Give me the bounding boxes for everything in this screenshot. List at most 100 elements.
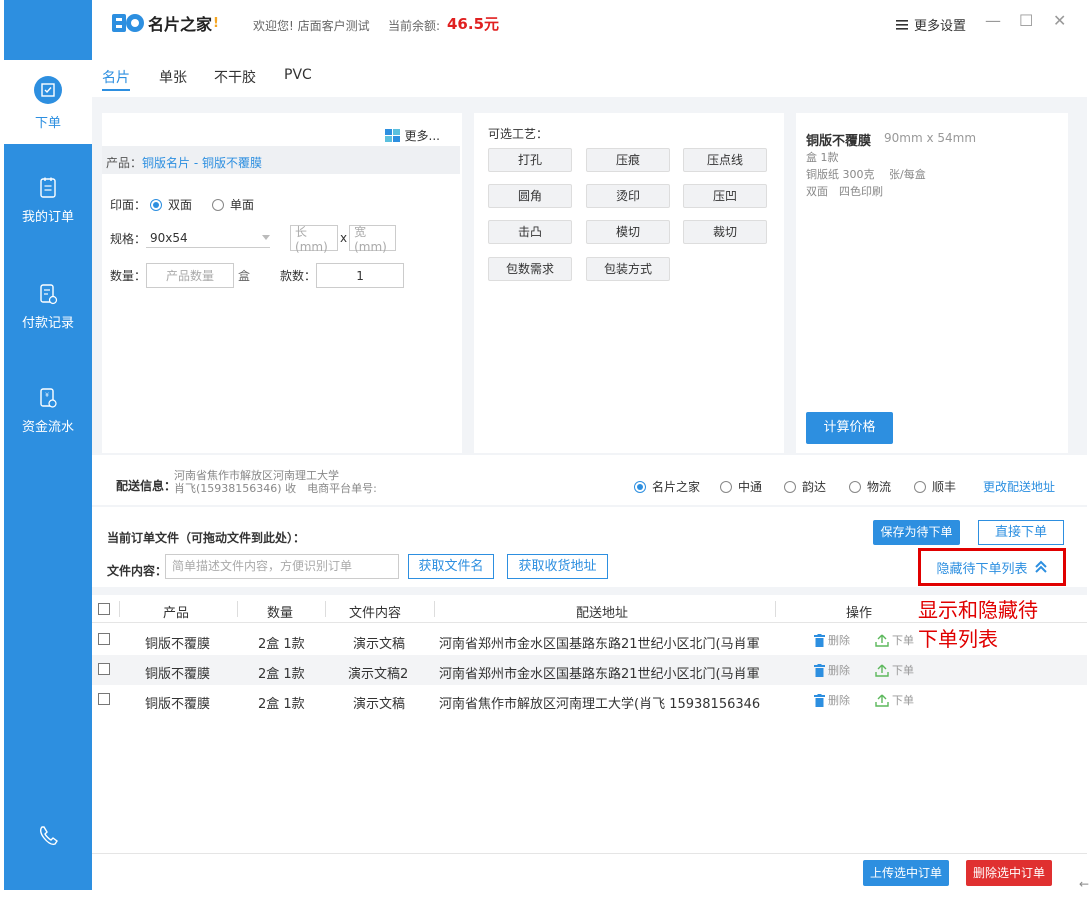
quantity-input[interactable]: 产品数量	[146, 263, 235, 288]
craft-trim-button[interactable]: 裁切	[683, 220, 767, 244]
sidebar-item-place-order[interactable]: 下单	[4, 60, 92, 144]
print-double-radio[interactable]	[150, 198, 163, 211]
craft-deboss-button[interactable]: 压凹	[683, 184, 767, 208]
product-line: 产品：铜版名片 - 铜版不覆膜	[102, 146, 460, 174]
craft-perforation-button[interactable]: 压点线	[683, 148, 767, 172]
toggle-pending-list-button[interactable]: 隐藏待下单列表	[918, 548, 1066, 586]
annotation-note: 显示和隐藏待 下单列表	[918, 596, 1078, 654]
summary-print: 双面 四色印刷	[806, 185, 883, 198]
craft-punch-button[interactable]: 打孔	[488, 148, 572, 172]
select-all-checkbox[interactable]	[98, 603, 110, 615]
tab-pvc[interactable]: PVC	[284, 67, 312, 83]
print-single-radio[interactable]	[212, 198, 225, 211]
get-filename-button[interactable]: 获取文件名	[408, 554, 494, 579]
row-order-button[interactable]: 下单	[875, 632, 914, 648]
craft-crease-button[interactable]: 压痕	[586, 148, 670, 172]
menu-icon	[896, 19, 908, 30]
width-input[interactable]: 宽(mm)	[349, 225, 397, 254]
maximize-icon[interactable]: ☐	[1019, 11, 1033, 30]
carrier-logistics[interactable]: 物流	[845, 478, 891, 495]
get-address-button[interactable]: 获取收货地址	[507, 554, 608, 579]
craft-pack-count-button[interactable]: 包数需求	[488, 257, 572, 281]
row-delete-button[interactable]: 删除	[814, 662, 850, 678]
row-checkbox[interactable]	[98, 663, 110, 675]
top-bar: 名片之家 ! 欢迎您! 店面客户测试 当前余额: 46.5元 更多设置 — ☐ …	[92, 0, 1091, 45]
kinds-input[interactable]: 1	[316, 263, 405, 288]
carrier-radio[interactable]	[784, 480, 796, 493]
column-header-product: 产品	[163, 606, 190, 621]
phone-icon[interactable]	[37, 824, 61, 848]
close-icon[interactable]: ✕	[1053, 11, 1066, 30]
row-checkbox[interactable]	[98, 693, 110, 705]
carrier-radio[interactable]	[720, 480, 732, 493]
chevron-down-icon	[262, 235, 271, 240]
row-order-button[interactable]: 下单	[875, 692, 914, 708]
save-pending-button[interactable]: 保存为待下单	[873, 520, 960, 545]
change-address-link[interactable]: 更改配送地址	[983, 478, 1055, 495]
more-products-label: 更多...	[404, 129, 440, 143]
sidebar-item-payment-records[interactable]: 付款记录	[4, 282, 92, 331]
delivery-label: 配送信息：	[116, 479, 177, 493]
more-products-button[interactable]: 更多...	[384, 127, 440, 144]
fund-flow-icon: ¥	[40, 388, 57, 408]
craft-round-corner-button[interactable]: 圆角	[488, 184, 572, 208]
row-delete-button[interactable]: 删除	[814, 692, 850, 708]
direct-order-button[interactable]: 直接下单	[978, 520, 1064, 545]
file-content-input[interactable]: 简单描述文件内容，方便识别订单	[165, 554, 399, 579]
row-content: 演示文稿	[353, 637, 406, 652]
summary-quantity: 盒 1款	[806, 151, 839, 164]
row-checkbox[interactable]	[98, 633, 110, 645]
scroll-left-icon[interactable]: ←	[1079, 877, 1089, 891]
balance-label: 当前余额:	[388, 19, 441, 33]
calculate-price-button[interactable]: 计算价格	[806, 412, 893, 444]
length-input[interactable]: 长(mm)	[290, 224, 339, 254]
carrier-label: 名片之家	[652, 480, 701, 494]
grid-icon	[384, 128, 400, 142]
file-content-placeholder: 简单描述文件内容，方便识别订单	[172, 559, 353, 573]
craft-panel: 可选工艺： 打孔 压痕 压点线 圆角 烫印 压凹 击凸 模切 裁切 包数需求 包…	[474, 113, 784, 453]
logo: 名片之家 !	[112, 11, 219, 35]
column-divider	[434, 601, 435, 617]
craft-die-cut-button[interactable]: 模切	[586, 220, 670, 244]
carrier-radio[interactable]	[914, 480, 926, 493]
row-delete-label: 删除	[828, 634, 850, 647]
column-divider	[119, 601, 120, 617]
carrier-zhongtong[interactable]: 中通	[716, 478, 762, 495]
delete-selected-button[interactable]: 删除选中订单	[966, 860, 1052, 886]
quantity-unit: 盒	[238, 269, 251, 283]
minimize-icon[interactable]: —	[985, 11, 1001, 30]
table-row: 铜版不覆膜 2盒 1款 演示文稿2 河南省郑州市金水区国基路东路21世纪小区北门…	[92, 655, 1087, 685]
order-list-icon	[40, 177, 56, 198]
carrier-radio[interactable]	[849, 480, 861, 493]
sidebar-item-my-orders[interactable]: 我的订单	[4, 176, 92, 225]
column-header-quantity: 数量	[267, 606, 294, 621]
craft-packaging-button[interactable]: 包装方式	[586, 257, 670, 281]
quantity-row: 数量： 产品数量 盒 款数： 1	[110, 263, 405, 288]
sidebar-item-label: 我的订单	[21, 210, 74, 225]
tab-sticker[interactable]: 不干胶	[214, 67, 256, 87]
tab-business-card[interactable]: 名片	[102, 67, 130, 87]
more-settings-button[interactable]: 更多设置	[896, 15, 966, 34]
row-order-button[interactable]: 下单	[875, 662, 914, 678]
product-value[interactable]: 铜版名片 - 铜版不覆膜	[142, 156, 262, 170]
footer-actions: 上传选中订单 删除选中订单	[92, 853, 1087, 890]
carrier-shunfeng[interactable]: 顺丰	[910, 478, 956, 495]
column-divider	[237, 601, 238, 617]
carrier-yunda[interactable]: 韵达	[780, 478, 826, 495]
row-delete-button[interactable]: 删除	[814, 632, 850, 648]
craft-hot-stamp-button[interactable]: 烫印	[586, 184, 670, 208]
upload-selected-button[interactable]: 上传选中订单	[863, 860, 949, 886]
sidebar-item-label: 付款记录	[21, 316, 74, 331]
product-panel: 更多... 产品：铜版名片 - 铜版不覆膜 印面： 双面 单面 规格： 90x5…	[102, 113, 462, 453]
craft-emboss-button[interactable]: 击凸	[488, 220, 572, 244]
length-placeholder: 长(mm)	[295, 224, 328, 254]
tab-single-sheet[interactable]: 单张	[159, 67, 187, 87]
carrier-label: 韵达	[802, 480, 827, 494]
column-divider	[325, 601, 326, 617]
carrier-label: 物流	[867, 480, 892, 494]
sidebar-item-fund-flow[interactable]: ¥ 资金流水	[4, 386, 92, 435]
row-order-label: 下单	[892, 664, 914, 677]
carrier-radio[interactable]	[634, 480, 646, 493]
spec-select[interactable]: 90x54	[146, 228, 271, 248]
carrier-mingpian[interactable]: 名片之家	[630, 478, 700, 495]
